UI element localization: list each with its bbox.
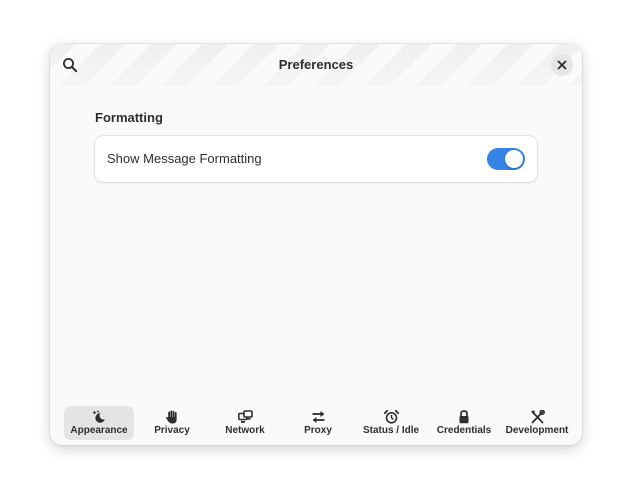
alarm-clock-icon bbox=[383, 410, 399, 424]
arrows-swap-icon bbox=[312, 411, 324, 423]
nav-item-network[interactable]: Network bbox=[210, 406, 280, 440]
preferences-window: Preferences Formatting Show Message Form… bbox=[50, 44, 582, 445]
nav-item-proxy[interactable]: Proxy bbox=[283, 406, 353, 440]
hand-icon bbox=[165, 410, 177, 424]
header-bar: Preferences bbox=[50, 44, 582, 86]
nav-item-status-idle[interactable]: Status / Idle bbox=[356, 406, 426, 440]
nav-item-privacy[interactable]: Privacy bbox=[137, 406, 207, 440]
lock-icon bbox=[459, 410, 469, 424]
tools-icon bbox=[530, 410, 545, 424]
switch-knob bbox=[505, 150, 523, 168]
section-title-formatting: Formatting bbox=[95, 110, 163, 125]
preferences-nav-bar: Appearance Privacy Network Proxy Status … bbox=[60, 406, 572, 442]
show-message-formatting-row: Show Message Formatting bbox=[95, 136, 537, 182]
network-icon bbox=[237, 410, 253, 423]
nav-label-development: Development bbox=[505, 425, 569, 436]
window-title: Preferences bbox=[278, 57, 354, 72]
show-message-formatting-switch[interactable] bbox=[487, 148, 525, 170]
appearance-icon bbox=[92, 410, 105, 423]
close-button[interactable] bbox=[551, 54, 573, 76]
nav-item-credentials[interactable]: Credentials bbox=[429, 406, 499, 440]
nav-item-appearance[interactable]: Appearance bbox=[64, 406, 134, 440]
show-message-formatting-label: Show Message Formatting bbox=[107, 151, 262, 166]
close-icon bbox=[557, 60, 567, 70]
nav-item-development[interactable]: Development bbox=[502, 406, 572, 440]
